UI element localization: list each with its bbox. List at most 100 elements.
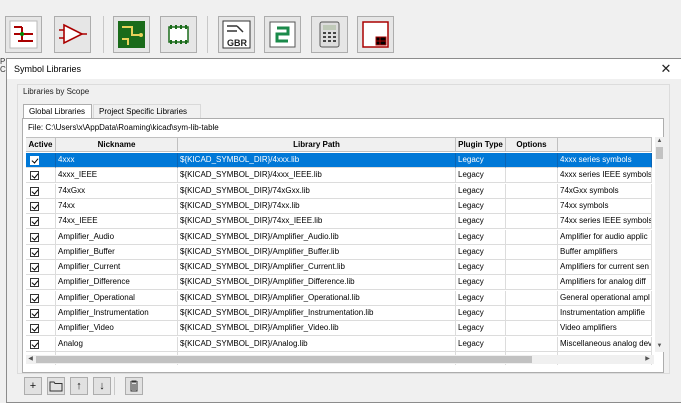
- library-path-cell[interactable]: ${KICAD_SYMBOL_DIR}/Amplifier_Current.li…: [178, 260, 456, 276]
- table-row[interactable]: Amplifier_Instrumentation ${KICAD_SYMBOL_…: [26, 306, 652, 321]
- table-row[interactable]: Analog ${KICAD_SYMBOL_DIR}/Analog.lib Lega…: [26, 336, 652, 352]
- description-cell[interactable]: General operational ampl: [558, 290, 652, 306]
- nickname-cell[interactable]: 74xGxx: [56, 183, 178, 199]
- table-row[interactable]: 74xx_IEEE ${KICAD_SYMBOL_DIR}/74xx_IEEE.l…: [26, 214, 652, 230]
- options-cell[interactable]: [506, 260, 558, 276]
- library-path-cell[interactable]: ${KICAD_SYMBOL_DIR}/Amplifier_Audio.lib: [178, 229, 456, 245]
- description-cell[interactable]: Video amplifiers: [558, 321, 652, 337]
- scroll-down-arrow-icon[interactable]: ▼: [655, 342, 664, 351]
- library-path-cell[interactable]: ${KICAD_SYMBOL_DIR}/4xxx_IEEE.lib: [178, 168, 456, 184]
- active-checkbox[interactable]: [30, 217, 39, 227]
- plugin-type-cell[interactable]: Legacy: [456, 183, 506, 199]
- table-row[interactable]: Amplifier_Audio ${KICAD_SYMBOL_DIR}/Ampli…: [26, 229, 652, 245]
- options-cell[interactable]: [506, 183, 558, 199]
- library-path-cell[interactable]: ${KICAD_SYMBOL_DIR}/74xx.lib: [178, 198, 456, 214]
- column-header-active[interactable]: Active: [26, 138, 56, 152]
- active-checkbox[interactable]: [30, 156, 39, 165]
- library-path-cell[interactable]: ${KICAD_SYMBOL_DIR}/Amplifier_Difference…: [178, 275, 456, 291]
- description-cell[interactable]: 74xGxx symbols: [558, 183, 652, 199]
- column-header-description[interactable]: [558, 138, 652, 152]
- table-row[interactable]: Amplifier_Current ${KICAD_SYMBOL_DIR}/Amp…: [26, 260, 652, 276]
- active-checkbox[interactable]: [30, 339, 39, 349]
- table-row[interactable]: 74xGxx ${KICAD_SYMBOL_DIR}/74xGxx.lib Lega…: [26, 183, 652, 199]
- nickname-cell[interactable]: Amplifier_Difference: [56, 275, 178, 291]
- description-cell[interactable]: Amplifiers for current sen: [558, 260, 652, 276]
- browse-library-button[interactable]: [47, 377, 65, 395]
- description-cell[interactable]: 4xxx series symbols: [558, 153, 652, 168]
- vertical-scrollbar[interactable]: ▲ ▼: [655, 137, 664, 352]
- options-cell[interactable]: [506, 214, 558, 230]
- column-header-plugin-type[interactable]: Plugin Type: [456, 138, 506, 152]
- options-cell[interactable]: [506, 275, 558, 291]
- pcb-editor-icon[interactable]: [113, 16, 150, 53]
- nickname-cell[interactable]: Amplifier_Buffer: [56, 244, 178, 260]
- plugin-type-cell[interactable]: Legacy: [456, 198, 506, 214]
- nickname-cell[interactable]: Analog: [56, 336, 178, 352]
- active-checkbox[interactable]: [30, 309, 39, 318]
- close-icon[interactable]: ✕: [659, 61, 673, 77]
- options-cell[interactable]: [506, 168, 558, 184]
- library-path-cell[interactable]: ${KICAD_SYMBOL_DIR}/Amplifier_Buffer.lib: [178, 244, 456, 260]
- options-cell[interactable]: [506, 290, 558, 306]
- description-cell[interactable]: Amplifiers for analog diff: [558, 275, 652, 291]
- table-row[interactable]: 4xxx ${KICAD_SYMBOL_DIR}/4xxx.lib Legacy 4x…: [26, 153, 652, 168]
- plugin-type-cell[interactable]: Legacy: [456, 321, 506, 337]
- nickname-cell[interactable]: Amplifier_Instrumentation: [56, 306, 178, 321]
- plugin-type-cell[interactable]: Legacy: [456, 229, 506, 245]
- active-checkbox[interactable]: [30, 293, 39, 303]
- plugin-type-cell[interactable]: Legacy: [456, 306, 506, 321]
- library-path-cell[interactable]: ${KICAD_SYMBOL_DIR}/74xGxx.lib: [178, 183, 456, 199]
- description-cell[interactable]: Miscellaneous analog dev: [558, 336, 652, 352]
- nickname-cell[interactable]: Amplifier_Audio: [56, 229, 178, 245]
- library-path-cell[interactable]: ${KICAD_SYMBOL_DIR}/Amplifier_Video.lib: [178, 321, 456, 337]
- table-row[interactable]: Amplifier_Operational ${KICAD_SYMBOL_DIR}…: [26, 290, 652, 306]
- gerber-viewer-icon[interactable]: GBR: [218, 16, 255, 53]
- nickname-cell[interactable]: 74xx_IEEE: [56, 214, 178, 230]
- library-path-cell[interactable]: ${KICAD_SYMBOL_DIR}/Amplifier_Instrument…: [178, 306, 456, 321]
- add-library-button[interactable]: +: [24, 377, 42, 395]
- horizontal-scrollbar[interactable]: ◀ ▶: [26, 355, 654, 364]
- plugin-type-cell[interactable]: Legacy: [456, 336, 506, 352]
- horizontal-scroll-thumb[interactable]: [36, 356, 532, 363]
- options-cell[interactable]: [506, 306, 558, 321]
- plugin-type-cell[interactable]: Legacy: [456, 260, 506, 276]
- nickname-cell[interactable]: Amplifier_Current: [56, 260, 178, 276]
- nickname-cell[interactable]: Amplifier_Operational: [56, 290, 178, 306]
- nickname-cell[interactable]: 4xxx_IEEE: [56, 168, 178, 184]
- options-cell[interactable]: [506, 153, 558, 168]
- table-row[interactable]: Amplifier_Difference ${KICAD_SYMBOL_DIR}/…: [26, 275, 652, 291]
- active-checkbox[interactable]: [30, 171, 39, 181]
- plugin-type-cell[interactable]: Legacy: [456, 168, 506, 184]
- scroll-right-arrow-icon[interactable]: ▶: [643, 355, 652, 364]
- options-cell[interactable]: [506, 244, 558, 260]
- scroll-up-arrow-icon[interactable]: ▲: [655, 137, 664, 146]
- nickname-cell[interactable]: 74xx: [56, 198, 178, 214]
- bitmap-to-component-icon[interactable]: [264, 16, 301, 53]
- plugin-type-cell[interactable]: Legacy: [456, 290, 506, 306]
- options-cell[interactable]: [506, 198, 558, 214]
- description-cell[interactable]: 74xx symbols: [558, 198, 652, 214]
- plugin-type-cell[interactable]: Legacy: [456, 153, 506, 168]
- library-path-cell[interactable]: ${KICAD_SYMBOL_DIR}/Analog.lib: [178, 336, 456, 352]
- tab-global-libraries[interactable]: Global Libraries: [23, 104, 92, 119]
- description-cell[interactable]: Instrumentation amplifie: [558, 306, 652, 321]
- active-checkbox[interactable]: [30, 232, 39, 242]
- options-cell[interactable]: [506, 229, 558, 245]
- table-row[interactable]: Amplifier_Video ${KICAD_SYMBOL_DIR}/Ampli…: [26, 321, 652, 337]
- description-cell[interactable]: 4xxx series IEEE symbols: [558, 168, 652, 184]
- table-row[interactable]: 4xxx_IEEE ${KICAD_SYMBOL_DIR}/4xxx_IEEE.l…: [26, 168, 652, 184]
- column-header-options[interactable]: Options: [506, 138, 558, 152]
- table-row[interactable]: Amplifier_Buffer ${KICAD_SYMBOL_DIR}/Ampl…: [26, 244, 652, 260]
- dialog-titlebar[interactable]: Symbol Libraries ✕: [7, 59, 681, 79]
- active-checkbox[interactable]: [30, 201, 39, 211]
- calculator-icon[interactable]: [311, 16, 348, 53]
- library-path-cell[interactable]: ${KICAD_SYMBOL_DIR}/74xx_IEEE.lib: [178, 214, 456, 230]
- tab-project-specific-libraries[interactable]: Project Specific Libraries: [93, 104, 201, 118]
- vertical-scroll-thumb[interactable]: [656, 147, 663, 159]
- move-down-button[interactable]: ↓: [93, 377, 111, 395]
- plugin-type-cell[interactable]: Legacy: [456, 275, 506, 291]
- active-checkbox[interactable]: [30, 263, 39, 273]
- active-checkbox[interactable]: [30, 247, 39, 257]
- column-header-nickname[interactable]: Nickname: [56, 138, 178, 152]
- plugin-type-cell[interactable]: Legacy: [456, 214, 506, 230]
